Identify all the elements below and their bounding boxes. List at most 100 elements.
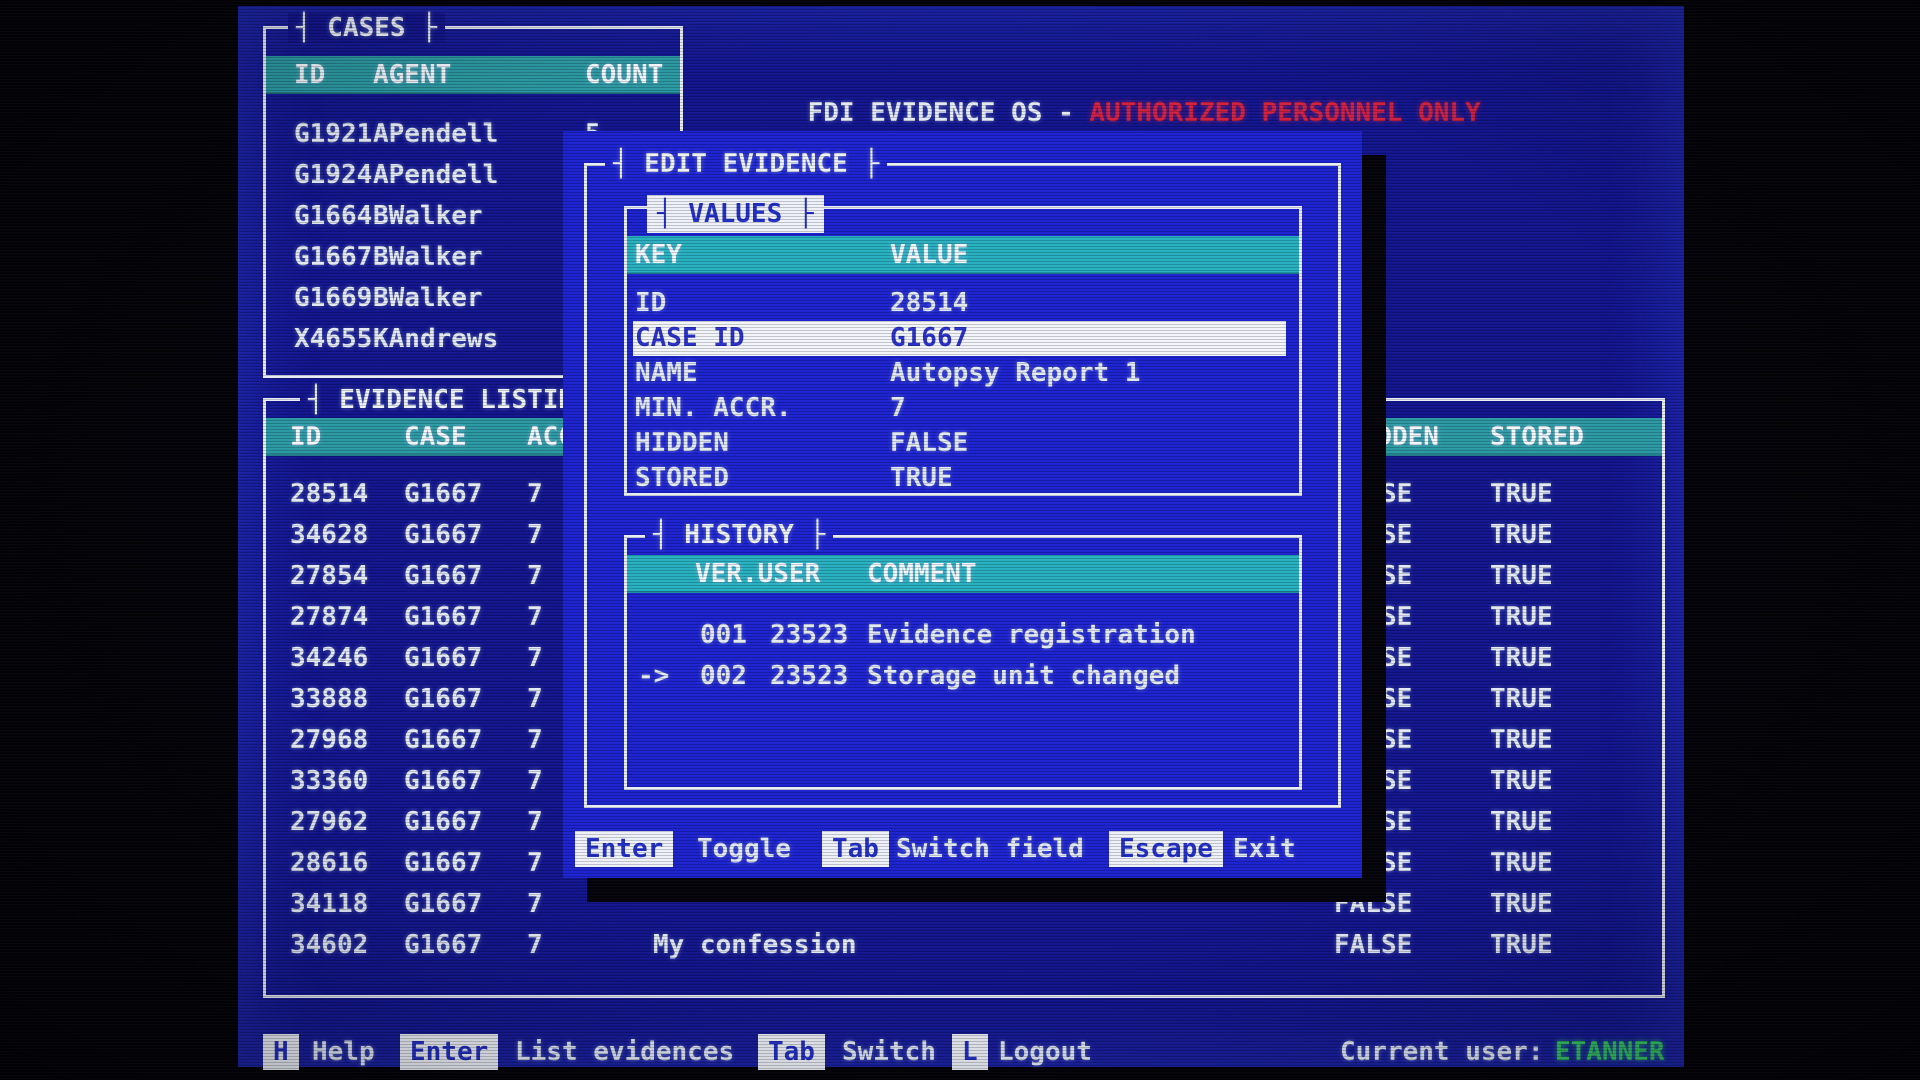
table-row[interactable]: 34118 G1667 7 FALSE TRUE <box>266 884 1662 924</box>
table-row[interactable]: HIDDEN FALSE <box>633 426 1286 461</box>
field-value: Autopsy Report 1 <box>890 356 1140 391</box>
tab-hint-label: Switch <box>842 1034 936 1070</box>
case-agent: APendell <box>373 155 498 195</box>
tab-key-hint[interactable]: Tab <box>758 1034 825 1070</box>
evidence-case: G1667 <box>404 884 482 924</box>
table-row-selected[interactable]: CASE ID G1667 <box>633 321 1286 356</box>
history-header-row: VER.USER COMMENT <box>627 555 1299 593</box>
evidence-id: 27874 <box>290 597 368 637</box>
logout-key-hint[interactable]: L <box>952 1034 988 1070</box>
history-col-ver-user: VER.USER <box>695 555 820 593</box>
crt-monitor: FDI EVIDENCE OS - AUTHORIZED PERSONNEL O… <box>0 0 1920 1080</box>
values-header-row: KEY VALUE <box>627 236 1299 274</box>
values-section-title: ┤ VALUES ├ <box>647 195 824 233</box>
evidence-name: My confession <box>653 925 857 965</box>
enter-hint-label: Toggle <box>697 831 791 867</box>
evidence-accr: 7 <box>527 679 543 719</box>
history-col-comment: COMMENT <box>867 555 977 593</box>
cases-header-row: ID AGENT COUNT <box>266 56 680 94</box>
evidence-hidden: FALSE <box>1334 925 1412 965</box>
table-row[interactable]: 001 23523 Evidence registration <box>627 615 1299 655</box>
case-agent: BWalker <box>373 237 483 277</box>
evidence-stored: TRUE <box>1490 515 1553 555</box>
evidence-stored: TRUE <box>1490 884 1553 924</box>
listing-col-stored: STORED <box>1490 418 1584 456</box>
escape-key-hint[interactable]: Escape <box>1109 831 1223 867</box>
evidence-stored: TRUE <box>1490 638 1553 678</box>
values-col-key: KEY <box>635 236 682 274</box>
field-key: NAME <box>635 356 698 391</box>
evidence-stored: TRUE <box>1490 474 1553 514</box>
history-cursor-arrow: -> <box>638 656 669 696</box>
case-agent: BWalker <box>373 278 483 318</box>
field-key: HIDDEN <box>635 426 729 461</box>
field-key: MIN. ACCR. <box>635 391 792 426</box>
table-row[interactable]: ID 28514 <box>633 286 1286 321</box>
cases-col-id: ID <box>294 56 325 94</box>
listing-col-id: ID <box>290 418 321 456</box>
current-user-label: Current user: <box>1340 1034 1544 1070</box>
enter-key-hint[interactable]: Enter <box>400 1034 498 1070</box>
tab-hint-label: Switch field <box>896 831 1084 867</box>
evidence-case: G1667 <box>404 597 482 637</box>
field-value: 7 <box>890 391 906 426</box>
edit-evidence-dialog: ┤ EDIT EVIDENCE ├ KEY VALUE ID 28514 CAS… <box>563 131 1362 878</box>
enter-hint-label: List evidences <box>515 1034 734 1070</box>
history-comment: Storage unit changed <box>867 656 1180 696</box>
evidence-stored: TRUE <box>1490 925 1553 965</box>
evidence-case: G1667 <box>404 802 482 842</box>
evidence-id: 28616 <box>290 843 368 883</box>
help-hint-label: Help <box>312 1034 375 1070</box>
cases-col-count: COUNT <box>585 56 663 94</box>
table-row[interactable]: NAME Autopsy Report 1 <box>633 356 1286 391</box>
evidence-stored: TRUE <box>1490 720 1553 760</box>
table-row[interactable]: STORED TRUE <box>633 461 1286 496</box>
table-row[interactable]: 34602 G1667 7 My confession FALSE TRUE <box>266 925 1662 965</box>
field-value: TRUE <box>890 461 953 496</box>
history-section-title: ┤ HISTORY ├ <box>645 519 833 551</box>
evidence-case: G1667 <box>404 515 482 555</box>
evidence-case: G1667 <box>404 720 482 760</box>
evidence-id: 34118 <box>290 884 368 924</box>
case-id: G1669 <box>294 278 372 318</box>
evidence-stored: TRUE <box>1490 761 1553 801</box>
evidence-accr: 7 <box>527 638 543 678</box>
table-row[interactable]: -> 002 23523 Storage unit changed <box>627 656 1299 696</box>
evidence-stored: TRUE <box>1490 556 1553 596</box>
history-version: 002 <box>700 656 747 696</box>
evidence-accr: 7 <box>527 884 543 924</box>
case-id: G1667 <box>294 237 372 277</box>
evidence-accr: 7 <box>527 843 543 883</box>
tab-key-hint[interactable]: Tab <box>822 831 889 867</box>
evidence-case: G1667 <box>404 843 482 883</box>
values-section: KEY VALUE ID 28514 CASE ID G1667 NAME Au… <box>624 206 1302 496</box>
evidence-id: 27962 <box>290 802 368 842</box>
enter-key-hint[interactable]: Enter <box>575 831 673 867</box>
evidence-case: G1667 <box>404 638 482 678</box>
help-key-hint[interactable]: H <box>263 1034 299 1070</box>
field-key: STORED <box>635 461 729 496</box>
evidence-case: G1667 <box>404 474 482 514</box>
listing-col-case: CASE <box>404 418 467 456</box>
table-row[interactable]: MIN. ACCR. 7 <box>633 391 1286 426</box>
values-col-value: VALUE <box>890 236 968 274</box>
case-agent: KAndrews <box>373 319 498 359</box>
evidence-accr: 7 <box>527 720 543 760</box>
logout-hint-label: Logout <box>998 1034 1092 1070</box>
case-id: G1664 <box>294 196 372 236</box>
history-user: 23523 <box>770 656 848 696</box>
evidence-id: 33888 <box>290 679 368 719</box>
evidence-accr: 7 <box>527 597 543 637</box>
field-value: FALSE <box>890 426 968 461</box>
evidence-accr: 7 <box>527 925 543 965</box>
evidence-id: 34602 <box>290 925 368 965</box>
history-comment: Evidence registration <box>867 615 1196 655</box>
case-agent: APendell <box>373 114 498 154</box>
evidence-case: G1667 <box>404 556 482 596</box>
history-section: VER.USER COMMENT 001 23523 Evidence regi… <box>624 535 1302 790</box>
evidence-accr: 7 <box>527 515 543 555</box>
evidence-id: 27854 <box>290 556 368 596</box>
history-user: 23523 <box>770 615 848 655</box>
evidence-id: 34246 <box>290 638 368 678</box>
dialog-title: ┤ EDIT EVIDENCE ├ <box>605 149 887 179</box>
